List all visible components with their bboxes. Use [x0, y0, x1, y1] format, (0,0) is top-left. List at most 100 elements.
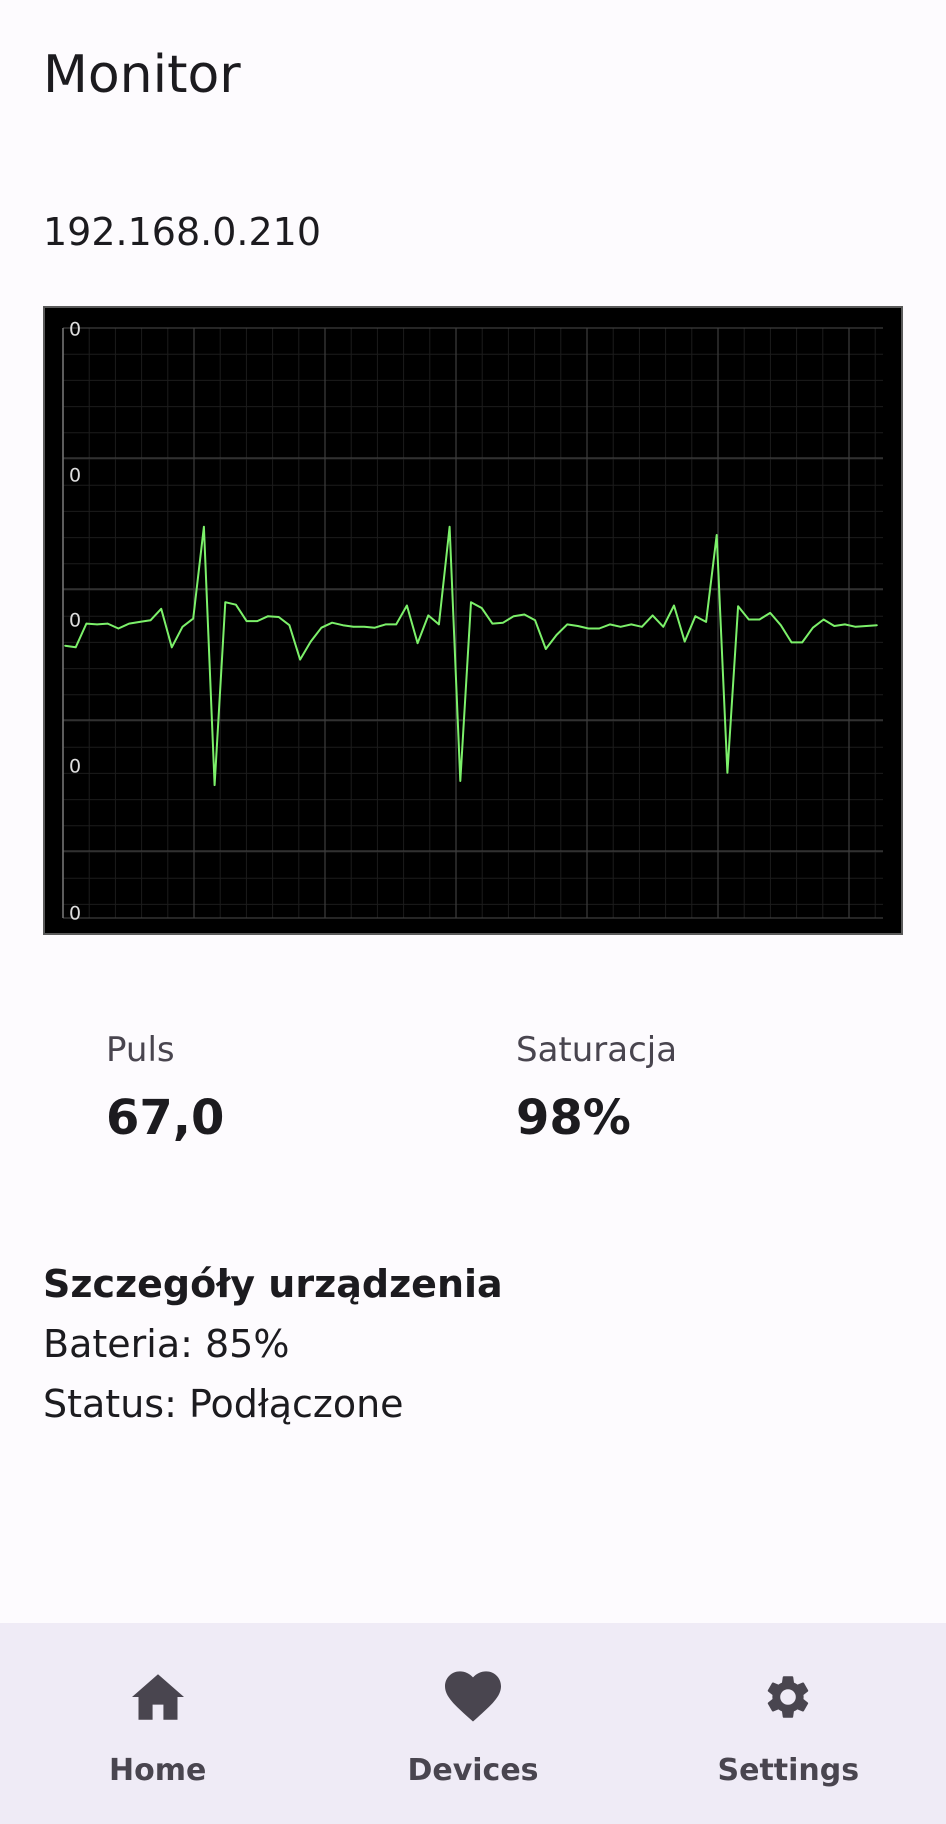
- y-tick-label: 0: [69, 756, 81, 778]
- ecg-chart: 0 0 0 0 0: [43, 306, 903, 935]
- ecg-point: [438, 623, 440, 626]
- ecg-point: [203, 526, 205, 528]
- nav-label-settings: Settings: [717, 1753, 860, 1788]
- y-tick-label: 0: [69, 319, 81, 341]
- ecg-point: [673, 604, 675, 607]
- ecg-point: [267, 615, 269, 617]
- home-icon: [130, 1669, 186, 1725]
- ecg-point: [416, 642, 419, 644]
- device-details: Szczegóły urządzenia Bateria: 85% Status…: [43, 1258, 503, 1430]
- heart-icon: [444, 1669, 501, 1725]
- ecg-point: [555, 634, 558, 636]
- gear-icon: [760, 1669, 816, 1725]
- device-ip: 192.168.0.210: [43, 210, 322, 254]
- ecg-point: [833, 625, 836, 627]
- ecg-point: [117, 627, 120, 630]
- ecg-point: [299, 658, 301, 661]
- ecg-point: [181, 626, 184, 628]
- ecg-point: [342, 624, 344, 626]
- ecg-point: [374, 626, 376, 629]
- ecg-point: [630, 623, 633, 626]
- ecg-point: [534, 619, 536, 622]
- ecg-chart-svg: 0 0 0 0 0: [62, 319, 883, 925]
- ecg-point: [352, 626, 355, 628]
- ecg-point: [694, 615, 697, 617]
- ecg-point: [96, 623, 98, 626]
- ecg-point: [309, 640, 312, 643]
- ecg-point: [192, 617, 194, 620]
- ecg-point: [74, 646, 77, 649]
- y-tick-label: 0: [69, 610, 81, 632]
- ecg-point: [384, 623, 387, 626]
- nav-item-settings[interactable]: Settings: [631, 1623, 946, 1824]
- ecg-point: [609, 623, 611, 626]
- pulse-metric: Puls 67,0: [106, 1028, 224, 1148]
- ecg-point: [288, 624, 291, 626]
- page-title: Monitor: [43, 45, 241, 105]
- ecg-point: [854, 626, 857, 628]
- ecg-point: [213, 784, 216, 786]
- y-tick-label: 0: [69, 903, 81, 925]
- ecg-point: [566, 623, 568, 626]
- status-text: Status: Podłączone: [43, 1382, 404, 1426]
- ecg-point: [641, 626, 643, 628]
- ecg-point: [331, 621, 333, 624]
- chart-y-ticks: 0 0 0 0 0: [69, 319, 81, 925]
- ecg-point: [705, 621, 707, 623]
- ecg-point: [758, 618, 761, 621]
- ecg-point: [149, 619, 152, 622]
- ecg-point: [502, 621, 504, 624]
- nav-label-devices: Devices: [407, 1753, 539, 1788]
- y-tick-label: 0: [69, 465, 81, 487]
- ecg-point: [459, 780, 462, 782]
- ecg-point: [523, 613, 526, 616]
- ecg-point: [139, 621, 141, 623]
- ecg-point: [470, 601, 472, 603]
- ecg-point: [160, 608, 162, 610]
- ecg-point: [577, 625, 579, 627]
- ecg-point: [662, 626, 665, 628]
- ecg-point: [256, 620, 259, 622]
- ecg-point: [406, 604, 408, 607]
- ecg-point: [876, 624, 878, 626]
- ecg-point: [448, 526, 451, 528]
- nav-item-home[interactable]: Home: [0, 1623, 315, 1824]
- ecg-point: [748, 618, 750, 621]
- ecg-point: [726, 772, 729, 774]
- ecg-point: [235, 603, 237, 606]
- ecg-point: [619, 626, 622, 628]
- ecg-point: [598, 627, 600, 630]
- ecg-point: [427, 614, 430, 617]
- pulse-label: Puls: [106, 1030, 175, 1070]
- ecg-point: [587, 627, 590, 630]
- ecg-trace: [64, 525, 878, 787]
- ecg-point: [715, 534, 718, 536]
- ecg-point: [106, 622, 109, 625]
- pulse-value: 67,0: [106, 1090, 225, 1146]
- nav-label-home: Home: [109, 1753, 207, 1788]
- ecg-point: [512, 615, 515, 617]
- ecg-point: [769, 612, 771, 614]
- nav-item-devices[interactable]: Devices: [315, 1623, 630, 1824]
- ecg-point: [480, 607, 483, 609]
- ecg-point: [822, 618, 825, 621]
- details-title: Szczegóły urządzenia: [43, 1262, 503, 1306]
- ecg-point: [85, 622, 88, 625]
- saturation-metric: Saturacja 98%: [516, 1028, 677, 1148]
- saturation-value: 98%: [516, 1090, 631, 1146]
- ecg-point: [245, 620, 248, 622]
- ecg-point: [224, 601, 227, 603]
- ecg-point: [491, 622, 494, 625]
- ecg-point: [545, 648, 547, 650]
- ecg-point: [844, 623, 846, 626]
- ecg-point: [277, 616, 280, 618]
- ecg-point: [651, 614, 654, 617]
- ecg-point: [320, 626, 323, 629]
- bottom-navigation: Home Devices Settings: [0, 1623, 946, 1824]
- ecg-point: [790, 641, 793, 644]
- ecg-point: [780, 624, 782, 626]
- ecg-point: [812, 626, 814, 629]
- ecg-point: [64, 644, 66, 647]
- ecg-point: [128, 622, 130, 625]
- ecg-point: [801, 641, 803, 644]
